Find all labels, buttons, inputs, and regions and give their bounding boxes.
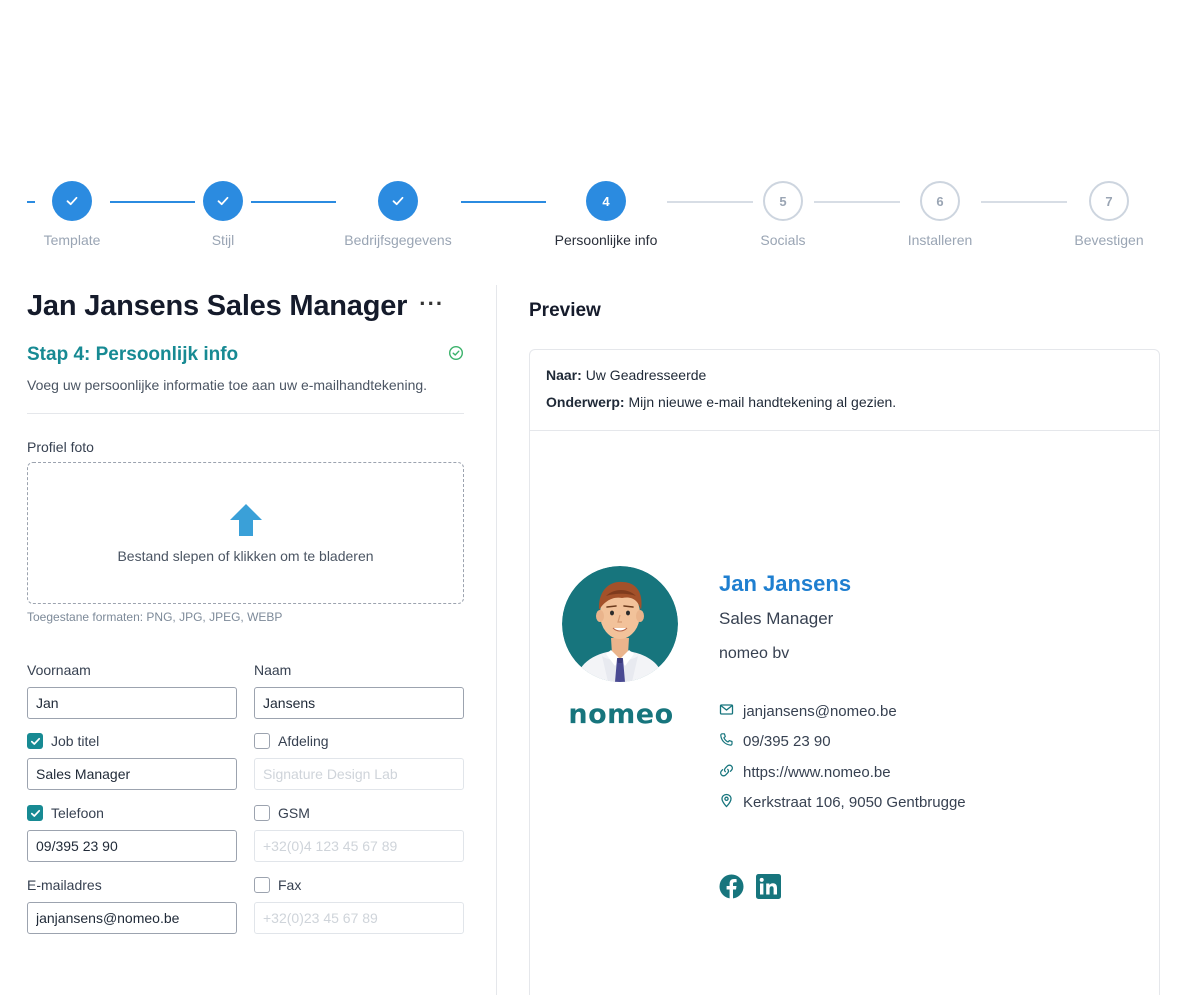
email-row: E-mailadres Fax xyxy=(27,875,464,934)
step-title: Stap 4: Persoonlijk info xyxy=(27,344,239,365)
phone-label: Telefoon xyxy=(51,805,104,821)
step-label: Socials xyxy=(760,232,806,248)
dropzone-text: Bestand slepen of klikken om te bladeren xyxy=(117,547,374,564)
stepper-connector xyxy=(461,201,546,203)
step-number: 4 xyxy=(586,181,626,221)
department-checkbox[interactable] xyxy=(254,733,270,749)
subject-value: Mijn nieuwe e-mail handtekening al gezie… xyxy=(628,394,897,410)
fax-label: Fax xyxy=(278,877,302,893)
personal-info-form: Jan Jansens Sales Manager ··· Stap 4: Pe… xyxy=(27,290,464,624)
last-name-input[interactable] xyxy=(254,687,464,719)
allowed-formats: Toegestane formaten: PNG, JPG, JPEG, WEB… xyxy=(27,610,283,624)
step-number: 5 xyxy=(763,181,803,221)
email-input[interactable] xyxy=(27,902,237,934)
profile-photo xyxy=(562,566,678,682)
phone-checkbox[interactable] xyxy=(27,805,43,821)
brand-logo: nomeo xyxy=(568,699,674,730)
mobile-checkbox[interactable] xyxy=(254,805,270,821)
column-divider xyxy=(496,285,497,995)
step-bevestigen[interactable]: 7 Bevestigen xyxy=(1049,181,1169,248)
mobile-input[interactable] xyxy=(254,830,464,862)
signature-socials xyxy=(719,874,781,899)
profile-photo-label: Profiel foto xyxy=(27,439,94,455)
mobile-label: GSM xyxy=(278,805,310,821)
mail-icon xyxy=(719,702,734,721)
preview-title: Preview xyxy=(529,300,601,321)
step-label: Bedrijfsgegevens xyxy=(344,232,452,248)
email-header: Naar: Uw Geadresseerde Onderwerp: Mijn n… xyxy=(530,350,1159,431)
step-label: Bevestigen xyxy=(1074,232,1144,248)
step-label: Template xyxy=(43,232,101,248)
signature-address: Kerkstraat 106, 9050 Gentbrugge xyxy=(719,793,966,812)
step-label: Installeren xyxy=(907,232,973,248)
signature-address-text: Kerkstraat 106, 9050 Gentbrugge xyxy=(743,794,966,811)
to-value: Uw Geadresseerde xyxy=(585,367,707,383)
signature-job-title: Sales Manager xyxy=(719,609,834,628)
step-label: Persoonlijke info xyxy=(554,232,658,248)
job-title-input[interactable] xyxy=(27,758,237,790)
step-installeren[interactable]: 6 Installeren xyxy=(880,181,1000,248)
fax-checkbox[interactable] xyxy=(254,877,270,893)
step-persoonlijke-info[interactable]: 4 Persoonlijke info xyxy=(546,181,666,248)
check-icon xyxy=(52,181,92,221)
email-preview: Naar: Uw Geadresseerde Onderwerp: Mijn n… xyxy=(529,349,1160,995)
first-name-label: Voornaam xyxy=(27,662,91,678)
check-circle-icon xyxy=(448,345,464,366)
signature-website: https://www.nomeo.be xyxy=(719,763,891,782)
job-row: Job titel Afdeling xyxy=(27,731,464,790)
step-template[interactable]: Template xyxy=(12,181,132,248)
department-input[interactable] xyxy=(254,758,464,790)
step-label: Stijl xyxy=(211,232,235,248)
last-name-label: Naam xyxy=(254,662,292,678)
location-pin-icon xyxy=(719,793,734,812)
photo-dropzone[interactable]: Bestand slepen of klikken om te bladeren xyxy=(27,462,464,604)
step-socials[interactable]: 5 Socials xyxy=(723,181,843,248)
subject-label: Onderwerp: xyxy=(546,394,625,410)
signature-phone: 09/395 23 90 xyxy=(719,732,831,751)
divider xyxy=(27,413,464,414)
check-icon xyxy=(203,181,243,221)
signature-email-text: janjansens@nomeo.be xyxy=(743,703,897,720)
phone-row: Telefoon GSM xyxy=(27,803,464,862)
signature-phone-text: 09/395 23 90 xyxy=(743,733,831,750)
job-title-checkbox[interactable] xyxy=(27,733,43,749)
page-title: Jan Jansens Sales Manager xyxy=(27,290,408,322)
upload-arrow-icon xyxy=(229,503,263,542)
link-icon xyxy=(719,763,734,782)
phone-icon xyxy=(719,732,734,751)
first-name-input[interactable] xyxy=(27,687,237,719)
step-stijl[interactable]: Stijl xyxy=(163,181,283,248)
progress-stepper: Template Stijl Bedrijfsgegevens 4 Persoo… xyxy=(0,0,1179,260)
job-title-label: Job titel xyxy=(51,733,100,749)
step-number: 6 xyxy=(920,181,960,221)
department-label: Afdeling xyxy=(278,733,329,749)
signature-company: nomeo bv xyxy=(719,645,790,662)
email-label: E-mailadres xyxy=(27,877,102,893)
ellipsis-icon[interactable]: ··· xyxy=(419,291,444,317)
signature-name: Jan Jansens xyxy=(719,571,852,596)
check-icon xyxy=(378,181,418,221)
step-number: 7 xyxy=(1089,181,1129,221)
signature-email: janjansens@nomeo.be xyxy=(719,702,897,721)
phone-input[interactable] xyxy=(27,830,237,862)
name-row: Voornaam Naam xyxy=(27,660,464,719)
linkedin-icon[interactable] xyxy=(756,874,781,899)
facebook-icon[interactable] xyxy=(719,874,744,899)
step-description: Voeg uw persoonlijke informatie toe aan … xyxy=(27,377,428,393)
fax-input[interactable] xyxy=(254,902,464,934)
signature-website-text[interactable]: https://www.nomeo.be xyxy=(743,764,891,781)
step-bedrijfsgegevens[interactable]: Bedrijfsgegevens xyxy=(338,181,458,248)
to-label: Naar: xyxy=(546,367,582,383)
